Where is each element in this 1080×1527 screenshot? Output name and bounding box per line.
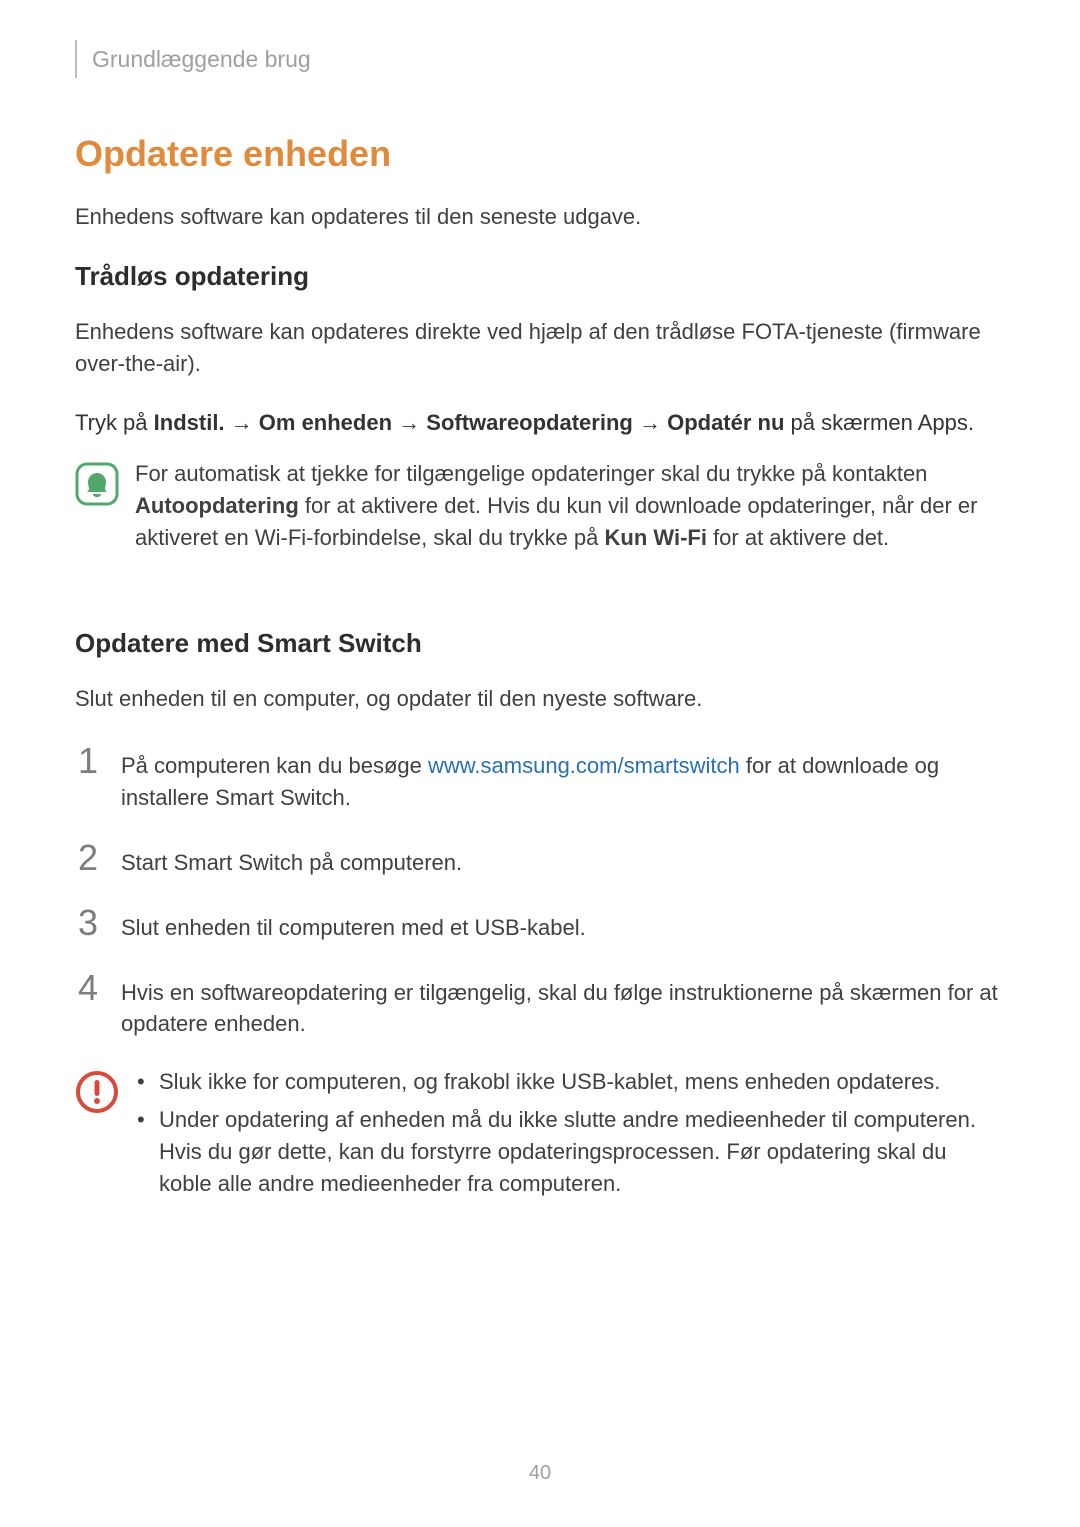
page-title: Opdatere enheden <box>75 133 1005 175</box>
warning-icon <box>75 1070 119 1119</box>
path-opdater-nu: Opdatér nu <box>667 410 784 435</box>
path-prefix: Tryk på <box>75 410 154 435</box>
wireless-heading: Trådløs opdatering <box>75 261 1005 292</box>
step-4: 4 Hvis en softwareopdatering er tilgænge… <box>75 970 1005 1041</box>
step-1: 1 På computeren kan du besøge www.samsun… <box>75 743 1005 814</box>
step-number-3: 3 <box>75 905 101 941</box>
step-2-text: Start Smart Switch på computeren. <box>121 840 462 879</box>
step1-pre: På computeren kan du besøge <box>121 753 428 778</box>
smartswitch-description: Slut enheden til en computer, og opdater… <box>75 683 1005 715</box>
warning-item-1: Sluk ikke for computeren, og frakobl ikk… <box>137 1066 1005 1098</box>
note-post: for at aktivere det. <box>707 525 889 550</box>
smartswitch-link[interactable]: www.samsung.com/smartswitch <box>428 753 740 778</box>
navigation-path: Tryk på Indstil. → Om enheden → Software… <box>75 408 1005 439</box>
notice-icon <box>75 462 119 511</box>
wireless-description: Enhedens software kan opdateres direkte … <box>75 316 1005 380</box>
step-2: 2 Start Smart Switch på computeren. <box>75 840 1005 879</box>
warning-item-2: Under opdatering af enheden må du ikke s… <box>137 1104 1005 1200</box>
step-1-text: På computeren kan du besøge www.samsung.… <box>121 743 1005 814</box>
step-3: 3 Slut enheden til computeren med et USB… <box>75 905 1005 944</box>
path-arrow-2: → <box>392 410 426 435</box>
smartswitch-heading: Opdatere med Smart Switch <box>75 628 1005 659</box>
path-softwareopdatering: Softwareopdatering <box>426 410 633 435</box>
warning-block: Sluk ikke for computeren, og frakobl ikk… <box>75 1066 1005 1206</box>
step-number-2: 2 <box>75 840 101 876</box>
warning-list: Sluk ikke for computeren, og frakobl ikk… <box>137 1066 1005 1206</box>
step-number-1: 1 <box>75 743 101 779</box>
path-om-enheden: Om enheden <box>259 410 392 435</box>
steps-list: 1 På computeren kan du besøge www.samsun… <box>75 743 1005 1040</box>
note-block: For automatisk at tjekke for tilgængelig… <box>75 458 1005 554</box>
step-4-text: Hvis en softwareopdatering er tilgængeli… <box>121 970 1005 1041</box>
path-indstil: Indstil. <box>154 410 225 435</box>
path-arrow-3: → <box>633 410 667 435</box>
step-number-4: 4 <box>75 970 101 1006</box>
note-kun-wifi: Kun Wi-Fi <box>605 525 707 550</box>
step-3-text: Slut enheden til computeren med et USB-k… <box>121 905 586 944</box>
note-text: For automatisk at tjekke for tilgængelig… <box>135 458 1005 554</box>
intro-paragraph: Enhedens software kan opdateres til den … <box>75 201 1005 233</box>
path-arrow-1: → <box>225 410 259 435</box>
breadcrumb: Grundlæggende brug <box>92 46 311 73</box>
path-suffix: på skærmen Apps. <box>784 410 974 435</box>
note-autoopdatering: Autoopdatering <box>135 493 299 518</box>
header-breadcrumb-region: Grundlæggende brug <box>75 40 1005 78</box>
note-pre: For automatisk at tjekke for tilgængelig… <box>135 461 927 486</box>
page-number: 40 <box>0 1462 1080 1485</box>
